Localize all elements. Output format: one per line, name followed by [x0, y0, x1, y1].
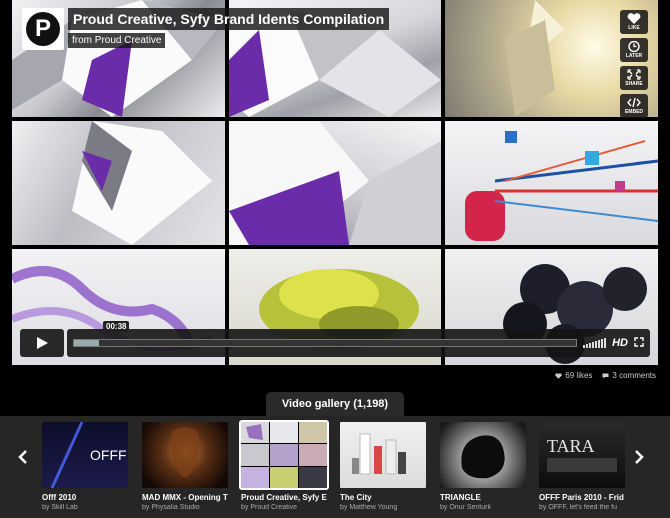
video-gallery: OFFF Offf 2010 by Skill Lab MAD MMX - Op…	[0, 416, 670, 518]
likes-count[interactable]: 69 likes	[555, 371, 592, 380]
player-controls: 00:38 HD	[20, 321, 650, 357]
share-label: SHARE	[625, 81, 643, 87]
gallery-item[interactable]: OFFF Offf 2010 by Skill Lab	[42, 422, 128, 511]
gallery-next-button[interactable]	[632, 446, 646, 468]
like-button[interactable]: LIKE	[620, 10, 648, 34]
gallery-item-title: OFFF Paris 2010 - Frid	[539, 493, 624, 502]
frame-tile	[229, 121, 441, 245]
thumbnail	[440, 422, 526, 488]
gallery-item-current[interactable]: Proud Creative, Syfy E by Proud Creative	[239, 420, 329, 511]
thumbnail	[142, 422, 228, 488]
thumb-tara-text: TARA	[547, 436, 595, 456]
embed-icon	[627, 97, 641, 108]
frame-tile	[12, 121, 225, 245]
progress-fill	[74, 340, 100, 346]
gallery-item-title: Offf 2010	[42, 493, 77, 502]
gallery-item[interactable]: MAD MMX - Opening T by Physalia Studio	[142, 422, 228, 511]
timecode: 00:38	[103, 321, 130, 332]
frame-tile	[445, 121, 658, 245]
logo-mark: P	[26, 12, 60, 46]
gallery-item-author: by Skill Lab	[42, 504, 78, 511]
gallery-item-title: Proud Creative, Syfy E	[241, 493, 327, 502]
play-icon	[37, 337, 48, 349]
embed-label: EMBED	[624, 109, 644, 115]
thumbnail: OFFF	[42, 422, 128, 488]
video-byline: from Proud Creative	[68, 33, 166, 48]
thumbnail: TARA	[539, 422, 625, 488]
thumbnail	[340, 422, 426, 488]
chevron-left-icon	[18, 450, 27, 464]
heart-icon	[555, 372, 562, 379]
thumb-offf-text: OFFF	[90, 447, 127, 463]
play-button[interactable]	[20, 329, 64, 357]
likes-label: 69 likes	[565, 371, 593, 380]
gallery-item-author: by Physalia Studio	[142, 504, 200, 511]
like-label: LIKE	[628, 25, 640, 31]
clock-icon	[628, 41, 640, 52]
channel-logo[interactable]: P	[22, 8, 64, 50]
comment-icon	[602, 373, 609, 378]
gallery-item-author: by OFFF, let's feed the fu	[539, 504, 617, 511]
gallery-prev-button[interactable]	[16, 446, 30, 468]
fullscreen-button[interactable]	[634, 334, 644, 352]
control-bar: 00:38 HD	[67, 321, 650, 357]
gallery-item[interactable]: TRIANGLE by Onur Senturk	[440, 422, 526, 511]
volume-control[interactable]	[583, 338, 607, 348]
thumbnail	[239, 420, 329, 490]
video-frame	[12, 0, 658, 365]
hd-toggle[interactable]: HD	[612, 337, 628, 349]
share-button[interactable]: SHARE	[620, 66, 648, 90]
comments-label: 3 comments	[612, 371, 656, 380]
chevron-right-icon	[635, 450, 644, 464]
heart-icon	[627, 13, 641, 24]
comments-count[interactable]: 3 comments	[602, 371, 656, 380]
gallery-item-author: by Proud Creative	[241, 504, 298, 511]
side-actions: LIKE LATER SHARE EMBED	[620, 10, 648, 118]
gallery-item[interactable]: The City by Matthew Young	[340, 422, 426, 511]
video-gallery-tab[interactable]: Video gallery (1,198)	[266, 392, 404, 416]
watch-later-button[interactable]: LATER	[620, 38, 648, 62]
video-player[interactable]: P Proud Creative, Syfy Brand Idents Comp…	[12, 0, 658, 365]
byline-prefix: from	[72, 35, 92, 46]
gallery-item[interactable]: TARA OFFF Paris 2010 - Frid by OFFF, let…	[539, 422, 625, 511]
video-stats: 69 likes 3 comments	[555, 371, 656, 380]
fullscreen-icon	[634, 337, 644, 347]
owner-link[interactable]: Proud Creative	[95, 35, 162, 46]
progress-bar[interactable]	[73, 339, 578, 347]
video-title[interactable]: Proud Creative, Syfy Brand Idents Compil…	[68, 8, 390, 30]
embed-button[interactable]: EMBED	[620, 94, 648, 118]
gallery-item-author: by Onur Senturk	[440, 504, 491, 511]
gallery-item-author: by Matthew Young	[340, 504, 398, 511]
later-label: LATER	[625, 53, 643, 59]
gallery-item-title: MAD MMX - Opening T	[142, 493, 228, 502]
share-icon	[627, 69, 641, 80]
gallery-item-title: TRIANGLE	[440, 493, 481, 502]
video-header: P Proud Creative, Syfy Brand Idents Comp…	[22, 8, 390, 50]
gallery-item-title: The City	[340, 493, 372, 502]
